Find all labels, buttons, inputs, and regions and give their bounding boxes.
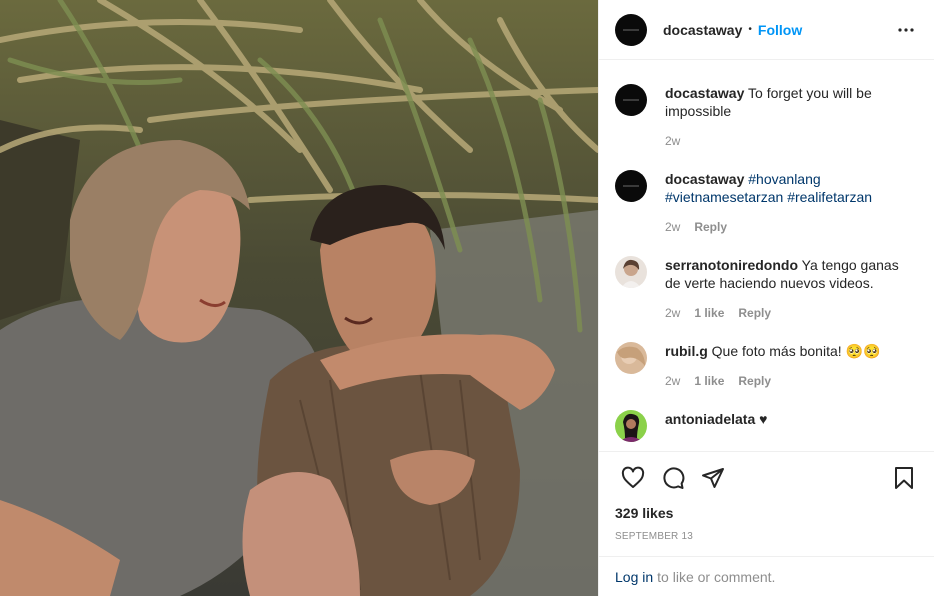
comment-body: Que foto más bonita! 🥺🥺 bbox=[707, 343, 881, 359]
list-item: rubil.g Que foto más bonita! 🥺🥺 2w 1 like… bbox=[615, 334, 918, 388]
avatar[interactable] bbox=[615, 170, 647, 202]
comment-body: ♥ bbox=[755, 411, 768, 427]
share-icon[interactable] bbox=[693, 458, 733, 498]
comment-username[interactable]: serranotoniredondo bbox=[665, 257, 798, 273]
post-side-panel: docastaway • Follow docastaway To forget… bbox=[598, 0, 934, 596]
comment-meta: 2w bbox=[665, 134, 918, 148]
comment-username[interactable]: rubil.g bbox=[665, 343, 708, 359]
reply-button[interactable]: Reply bbox=[738, 306, 771, 320]
hashtag-link[interactable]: #realifetarzan bbox=[787, 189, 872, 205]
reply-button[interactable]: Reply bbox=[694, 220, 727, 234]
follow-button[interactable]: Follow bbox=[758, 22, 802, 38]
avatar[interactable] bbox=[615, 13, 647, 46]
more-icon[interactable] bbox=[894, 18, 918, 42]
post-username[interactable]: docastaway bbox=[663, 22, 742, 38]
post-header: docastaway • Follow bbox=[599, 0, 934, 60]
comment-likes[interactable]: 1 like bbox=[694, 306, 724, 320]
separator-dot: • bbox=[748, 24, 752, 35]
comment-time[interactable]: 2w bbox=[665, 306, 680, 320]
comment-text: serranotoniredondo Ya tengo ganas de ver… bbox=[665, 256, 918, 292]
comment-time[interactable]: 2w bbox=[665, 220, 680, 234]
list-item: docastaway To forget you will be impossi… bbox=[615, 76, 918, 148]
comment-text: rubil.g Que foto más bonita! 🥺🥺 bbox=[665, 342, 918, 360]
hashtag-link[interactable]: #vietnamesetarzan bbox=[665, 189, 783, 205]
list-item: serranotoniredondo Ya tengo ganas de ver… bbox=[615, 248, 918, 320]
comment-meta: 2w 1 like Reply bbox=[665, 374, 918, 388]
login-prompt: Log in to like or comment. bbox=[599, 556, 934, 596]
comment-username[interactable]: docastaway bbox=[665, 171, 744, 187]
comment-icon[interactable] bbox=[653, 458, 693, 498]
comment-text: docastaway #hovanlang #vietnamesetarzan … bbox=[665, 170, 918, 206]
likes-count[interactable]: 329 likes bbox=[599, 505, 934, 521]
bookmark-icon[interactable] bbox=[884, 458, 924, 498]
list-item: antoniadelata ♥ bbox=[615, 402, 918, 442]
avatar[interactable] bbox=[615, 84, 647, 116]
list-item: docastaway #hovanlang #vietnamesetarzan … bbox=[615, 162, 918, 234]
comment-time[interactable]: 2w bbox=[665, 374, 680, 388]
comment-time[interactable]: 2w bbox=[665, 134, 680, 148]
comment-meta: 2w Reply bbox=[665, 220, 918, 234]
comment-username[interactable]: docastaway bbox=[665, 85, 744, 101]
comment-meta: 2w 1 like Reply bbox=[665, 306, 918, 320]
reply-button[interactable]: Reply bbox=[738, 374, 771, 388]
heart-icon[interactable] bbox=[613, 458, 653, 498]
comment-likes[interactable]: 1 like bbox=[694, 374, 724, 388]
post-date[interactable]: SEPTEMBER 13 bbox=[599, 531, 934, 542]
photo-illustration bbox=[0, 0, 598, 596]
comment-text: docastaway To forget you will be impossi… bbox=[665, 84, 918, 120]
login-prompt-text: to like or comment. bbox=[657, 568, 776, 585]
post-photo[interactable] bbox=[0, 0, 598, 596]
avatar[interactable] bbox=[615, 410, 647, 442]
login-link[interactable]: Log in bbox=[615, 569, 653, 585]
post-actions-bar bbox=[599, 451, 934, 503]
avatar[interactable] bbox=[615, 256, 647, 288]
comment-username[interactable]: antoniadelata bbox=[665, 411, 755, 427]
hashtag-link[interactable]: #hovanlang bbox=[748, 171, 820, 187]
comment-text: antoniadelata ♥ bbox=[665, 410, 918, 428]
instagram-post: docastaway • Follow docastaway To forget… bbox=[0, 0, 934, 596]
avatar[interactable] bbox=[615, 342, 647, 374]
comments-list: docastaway To forget you will be impossi… bbox=[599, 60, 934, 451]
